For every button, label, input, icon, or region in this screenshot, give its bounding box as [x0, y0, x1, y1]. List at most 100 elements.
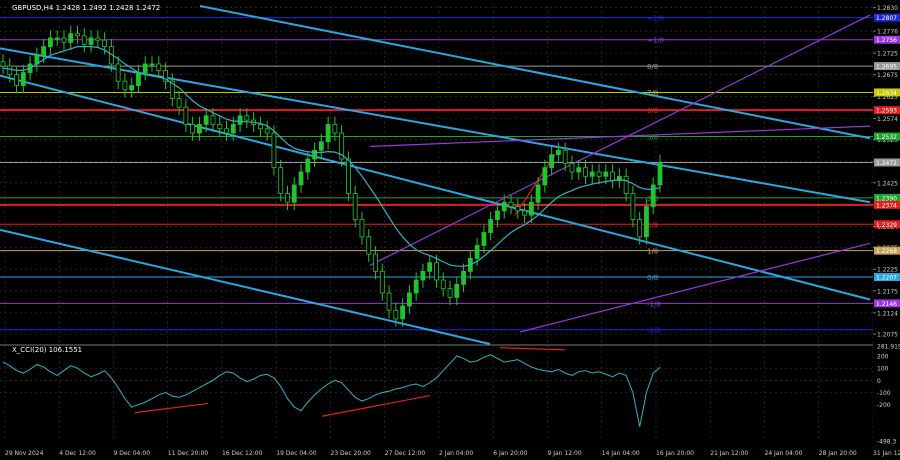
candle-body — [447, 288, 453, 298]
candle-body — [291, 184, 297, 203]
murrey-level-label: +2/8 — [647, 15, 664, 23]
murrey-level-label: 8/8 — [647, 63, 658, 71]
candle-body — [528, 201, 534, 216]
candle-body — [488, 219, 494, 233]
candle-body — [68, 33, 74, 43]
candle-body — [264, 128, 270, 134]
price-tag-label: 1.2146 — [876, 301, 897, 308]
candle-body — [515, 206, 521, 212]
candle-body — [556, 149, 561, 156]
cci-tick-label: -100 — [877, 390, 891, 397]
time-axis-label: 14 Jan 04:00 — [602, 450, 640, 457]
candle-body — [406, 292, 412, 307]
candle-body — [176, 98, 182, 108]
candle-body — [298, 171, 304, 186]
candle-body — [352, 193, 358, 220]
candle-body — [440, 279, 446, 290]
cci-tick-label: -200 — [877, 402, 891, 409]
candle-body — [332, 124, 338, 134]
candle-body — [366, 236, 372, 255]
cci-tick-label: 281.9197 — [877, 343, 900, 350]
candle-body — [224, 128, 229, 134]
price-tick-label: 1.2725 — [877, 51, 898, 58]
price-tick-label: 1.2075 — [877, 332, 898, 339]
candle-body — [217, 124, 223, 130]
candle-body — [257, 124, 263, 130]
time-axis-label: 9 Dec 04:00 — [114, 450, 151, 457]
candle-body — [630, 193, 636, 220]
price-tag-label: 1.2807 — [876, 15, 897, 22]
candle-body — [373, 253, 378, 272]
candle-body — [508, 201, 514, 207]
candle-body — [434, 262, 439, 281]
candle-body — [576, 167, 582, 173]
candle-body — [210, 115, 216, 125]
price-tick-label: 1.2776 — [877, 29, 898, 36]
candle-body — [7, 65, 13, 76]
candle-body — [81, 35, 87, 45]
candle-body — [623, 175, 629, 194]
candle-body — [542, 167, 548, 186]
candle-body — [413, 279, 419, 294]
candle-body — [610, 171, 615, 182]
candle-body — [650, 184, 656, 207]
time-axis-label: 28 Jan 20:00 — [819, 450, 857, 457]
murrey-level-label: +1/8 — [647, 37, 664, 45]
candle-body — [122, 80, 128, 91]
candle-body — [522, 210, 527, 216]
symbol-header: GBPUSD,H4 1.2428 1.2492 1.2428 1.2472 — [12, 4, 160, 12]
candle-body — [278, 167, 284, 194]
candle-body — [54, 37, 60, 40]
candle-body — [318, 141, 324, 151]
time-axis-label: 31 Jan 12:00 — [873, 450, 900, 457]
candle-body — [14, 74, 19, 86]
candle-body — [142, 63, 148, 73]
candle-body — [312, 149, 317, 160]
time-axis-label: 2 Jan 04:00 — [439, 450, 473, 457]
price-axis: 1.28301.27761.27251.26751.26251.25741.25… — [873, 0, 900, 441]
candle-body — [359, 219, 365, 238]
candle-body — [379, 270, 385, 294]
candle-body — [0, 61, 6, 67]
candle-body — [305, 158, 311, 173]
price-tick-label: 1.2675 — [877, 72, 898, 79]
candle-body — [386, 292, 392, 311]
candle-body — [535, 184, 541, 203]
price-tag-label: 1.2634 — [876, 90, 897, 97]
candle-body — [501, 201, 507, 212]
candle-body — [197, 124, 202, 134]
candle-body — [190, 124, 196, 134]
time-axis-label: 9 Jan 12:00 — [548, 450, 582, 457]
cci-tick-label: 0 — [877, 378, 881, 385]
price-tick-label: 1.2124 — [877, 310, 898, 317]
price-tick-label: 1.2225 — [877, 267, 898, 274]
time-axis-label: 16 Jan 20:00 — [656, 450, 694, 457]
candle-body — [474, 245, 480, 259]
candle-body — [244, 115, 250, 121]
price-tag-label: 1.2756 — [876, 37, 897, 44]
chart-canvas: +2/8+1/88/87/86/85/83/82/81/80/8-1/8-2/8… — [0, 0, 900, 460]
candle-body — [48, 37, 53, 48]
price-tick-label: 1.2425 — [877, 180, 898, 187]
candle-body — [637, 219, 643, 238]
cci-tick-label: 100 — [877, 366, 889, 373]
candle-body — [596, 171, 602, 177]
price-tag-label: 1.2532 — [876, 134, 897, 141]
candle-body — [20, 72, 26, 86]
time-axis-label: 23 Dec 20:00 — [331, 450, 372, 457]
cci-tick-label: -498.3 — [877, 439, 897, 446]
candle-body — [393, 309, 399, 320]
candle-body — [495, 210, 500, 220]
candle-body — [461, 270, 466, 285]
candle-body — [149, 63, 155, 66]
candle-body — [237, 115, 243, 125]
murrey-level-label: 1/8 — [647, 248, 658, 256]
price-tag-label: 1.2593 — [876, 108, 897, 115]
time-axis-label: 6 Jan 20:00 — [493, 450, 527, 457]
candle-body — [589, 171, 595, 177]
candle-body — [549, 154, 555, 169]
price-tag-label: 1.2472 — [876, 160, 897, 167]
candle-body — [562, 149, 568, 164]
price-tag-label: 1.2268 — [876, 248, 897, 255]
price-tag-label: 1.2374 — [876, 202, 897, 209]
